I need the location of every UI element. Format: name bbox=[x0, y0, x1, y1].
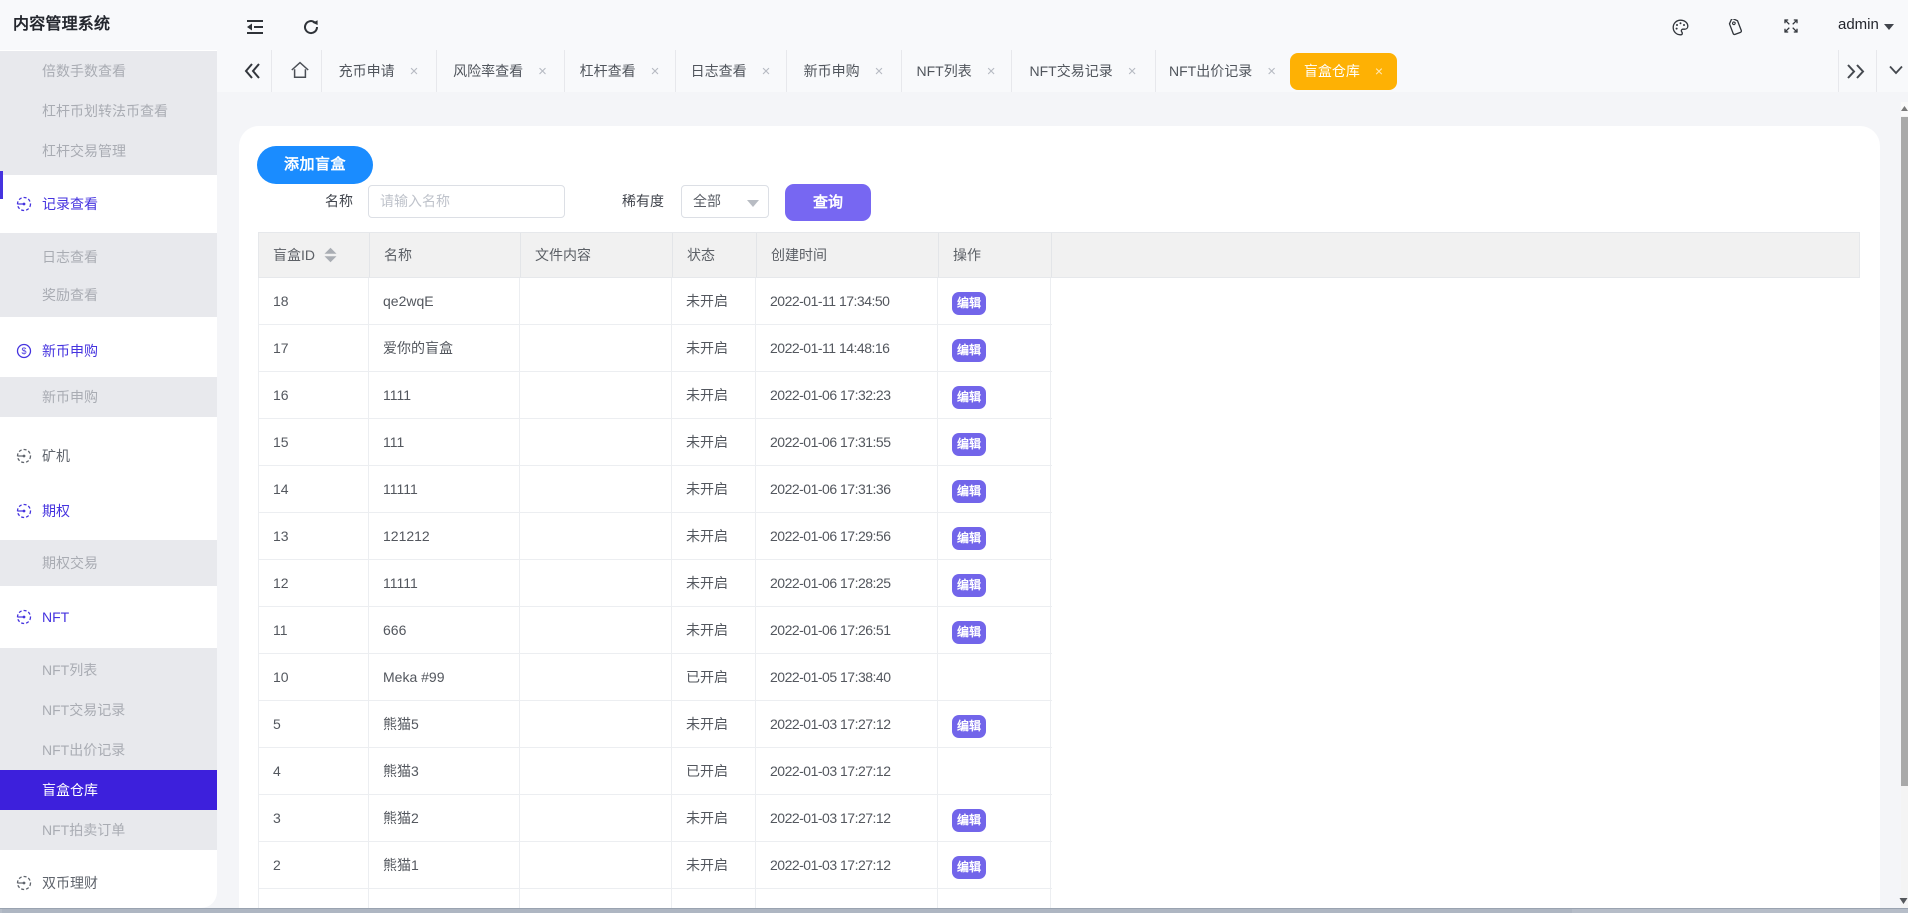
svg-text:$: $ bbox=[21, 346, 26, 356]
